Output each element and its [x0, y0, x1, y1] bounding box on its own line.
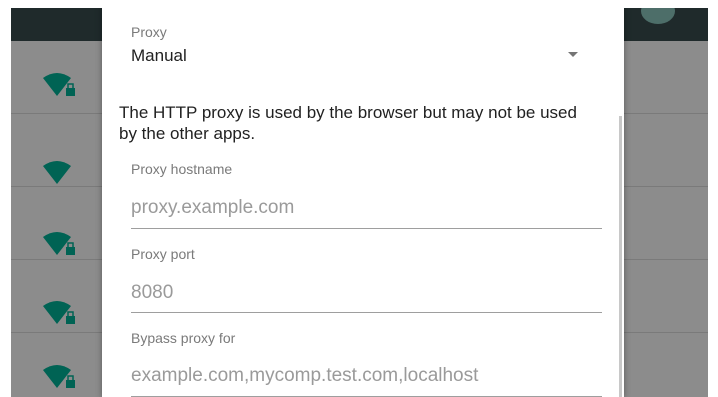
- proxy-hostname-underline: [131, 228, 602, 229]
- toggle-switch[interactable]: [641, 8, 675, 24]
- wifi-locked-icon: [43, 232, 75, 255]
- wifi-locked-icon: [43, 301, 75, 324]
- wifi-locked-icon: [43, 365, 75, 388]
- proxy-settings-dialog: Proxy Manual The HTTP proxy is used by t…: [102, 8, 624, 397]
- proxy-port-input[interactable]: [131, 278, 601, 308]
- wifi-locked-icon: [43, 73, 75, 96]
- dropdown-arrow-icon[interactable]: [568, 52, 578, 57]
- wifi-icon: [43, 161, 71, 184]
- proxy-selected-value[interactable]: Manual: [131, 46, 187, 66]
- proxy-label: Proxy: [131, 24, 167, 40]
- bypass-proxy-input[interactable]: [131, 361, 601, 391]
- proxy-hostname-label: Proxy hostname: [131, 161, 233, 177]
- dialog-scrollbar[interactable]: [619, 116, 622, 397]
- proxy-hostname-input[interactable]: [131, 193, 601, 223]
- bypass-proxy-label: Bypass proxy for: [131, 330, 236, 346]
- proxy-port-label: Proxy port: [131, 246, 195, 262]
- proxy-info-text: The HTTP proxy is used by the browser bu…: [119, 103, 577, 143]
- proxy-port-underline: [131, 312, 602, 313]
- wifi-settings-screen: Proxy Manual The HTTP proxy is used by t…: [11, 8, 708, 397]
